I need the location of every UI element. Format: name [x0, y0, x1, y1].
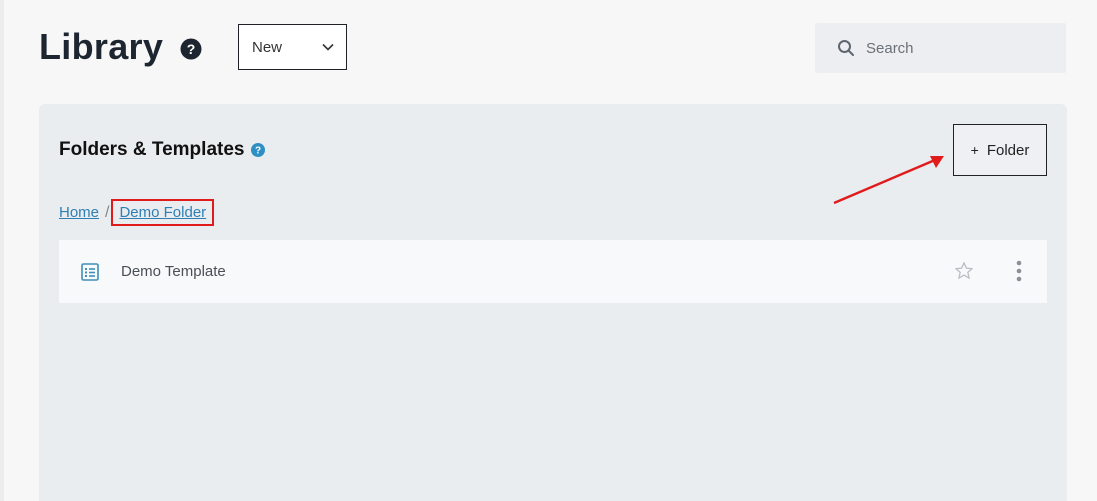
new-dropdown-value: New: [252, 38, 283, 56]
folders-templates-panel: Folders & Templates ? + Folder Home / De…: [39, 104, 1067, 501]
search-input[interactable]: Search: [815, 23, 1066, 73]
list-item[interactable]: Demo Template: [59, 240, 1047, 303]
list-item-label: Demo Template: [121, 263, 226, 280]
add-folder-button[interactable]: + Folder: [953, 124, 1047, 176]
breadcrumb-separator: /: [105, 203, 110, 221]
add-folder-label: Folder: [986, 141, 1030, 159]
sidebar-edge: [0, 0, 4, 501]
panel-help-icon[interactable]: ?: [251, 143, 265, 157]
kebab-menu-icon[interactable]: [1013, 260, 1025, 282]
breadcrumb: Home / Demo Folder: [59, 199, 215, 226]
page-title: Library: [39, 26, 164, 67]
breadcrumb-home[interactable]: Home: [59, 204, 99, 221]
library-page: Library ? New Search Folders & Templates…: [0, 0, 1097, 501]
template-icon: [81, 262, 99, 281]
help-icon[interactable]: ?: [180, 38, 202, 60]
star-icon[interactable]: [954, 261, 974, 281]
panel-title: Folders & Templates: [59, 139, 245, 160]
search-placeholder: Search: [866, 39, 914, 57]
chevron-down-icon: [322, 43, 334, 51]
plus-icon: +: [970, 142, 979, 158]
svg-text:?: ?: [187, 41, 196, 57]
svg-text:?: ?: [255, 146, 261, 157]
breadcrumb-highlight-box: Demo Folder: [111, 199, 215, 226]
new-dropdown[interactable]: New: [238, 24, 347, 70]
breadcrumb-demo-folder[interactable]: Demo Folder: [119, 204, 206, 221]
search-icon: [838, 40, 854, 56]
